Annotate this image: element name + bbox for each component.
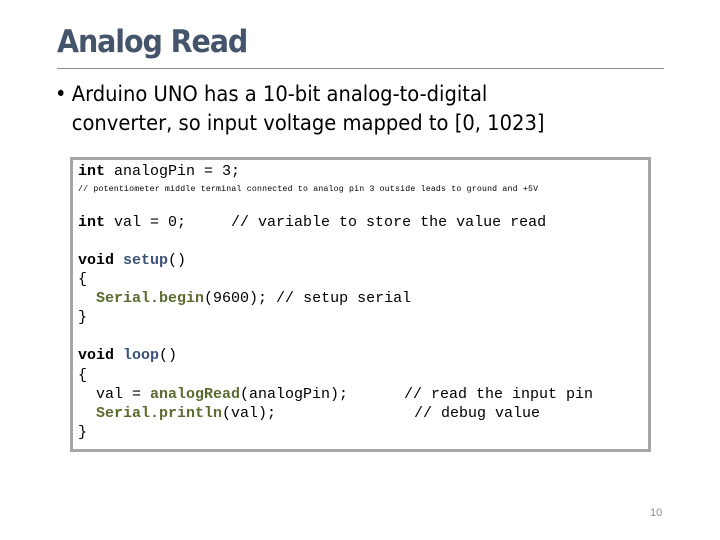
code-text: () <box>168 252 187 269</box>
slide-title: Analog Read <box>57 24 248 60</box>
code-keyword: void <box>78 347 115 364</box>
code-text: analogPin = 3; <box>105 163 241 180</box>
code-line-2-comment: // potentiometer middle terminal connect… <box>78 185 539 194</box>
code-keyword: void <box>78 252 115 269</box>
title-divider <box>57 68 664 69</box>
code-library-call: Serial.begin <box>96 290 205 307</box>
bullet-point: • Arduino UNO has a 10-bit analog-to-digi… <box>55 80 632 138</box>
bullet-icon: • <box>55 82 67 106</box>
code-line-1: int analogPin = 3; <box>78 163 240 181</box>
code-text: (9600); // setup serial <box>204 290 412 307</box>
code-line-10-comment: // read the input pin <box>404 386 594 403</box>
code-function-name: loop <box>123 347 160 364</box>
bullet-text-line-1: Arduino UNO has a 10-bit analog-to-digit… <box>71 82 488 106</box>
bullet-text-line-2: converter, so input voltage mapped to [0… <box>71 111 545 135</box>
code-line-9: { <box>78 367 88 384</box>
code-keyword: int <box>78 214 106 231</box>
code-text: (analogPin); <box>240 386 349 403</box>
code-library-call: Serial.println <box>96 405 223 422</box>
code-line-10: val = analogRead(analogPin); <box>78 386 348 404</box>
code-library-call: analogRead <box>150 386 241 403</box>
code-line-3: int val = 0; // variable to store the va… <box>78 214 546 232</box>
code-text: val = 0; // variable to store the value … <box>105 214 547 231</box>
code-line-7: } <box>78 309 88 326</box>
code-text: () <box>159 347 178 364</box>
code-line-8: void loop() <box>78 347 177 365</box>
page-number: 10 <box>650 507 663 519</box>
code-keyword: int <box>78 163 106 180</box>
code-line-5: { <box>78 271 88 288</box>
code-function-name: setup <box>123 252 169 269</box>
code-line-11: Serial.println(val); <box>78 405 276 423</box>
code-line-6: Serial.begin(9600); // setup serial <box>78 290 411 308</box>
code-line-4: void setup() <box>78 252 186 270</box>
code-text: (val); <box>222 405 277 422</box>
code-text: val = <box>78 386 151 403</box>
code-line-11-comment: // debug value <box>414 405 541 422</box>
code-line-12: } <box>78 424 88 441</box>
